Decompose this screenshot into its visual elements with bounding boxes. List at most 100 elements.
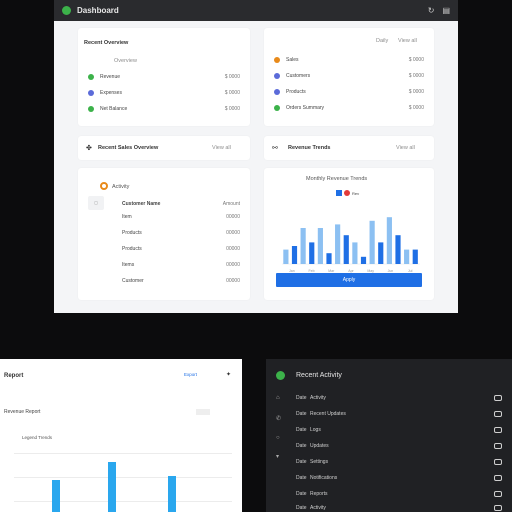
dashboard-icon[interactable]: ⌂ — [276, 395, 280, 401]
message-icon[interactable] — [494, 394, 502, 401]
view-all-link[interactable]: View all — [212, 145, 231, 151]
list-item[interactable]: Date Activity — [296, 503, 502, 512]
status-dot-icon — [88, 90, 94, 96]
table-row[interactable]: Item 00000 — [122, 213, 240, 221]
status-dot-icon — [274, 105, 280, 111]
chart-bar — [404, 249, 410, 264]
sales-header-title: Recent Sales Overview — [98, 145, 159, 151]
sales-header-card: ✤ Recent Sales Overview View all — [78, 136, 250, 160]
message-icon[interactable] — [494, 410, 502, 417]
chart-bar — [300, 228, 306, 264]
chart-bar — [412, 249, 418, 264]
list-item[interactable]: Date Settings — [296, 457, 502, 466]
app-logo-icon — [276, 371, 285, 380]
list-item[interactable]: Date Logs — [296, 425, 502, 434]
phone-icon[interactable]: ✆ — [276, 415, 281, 422]
status-dot-icon — [88, 106, 94, 112]
chart-bar — [343, 235, 349, 264]
menu-icon[interactable]: ▤ — [442, 6, 450, 15]
table-header: Customer Name Amount — [122, 201, 240, 207]
revenue-chart-card: Monthly Revenue Trends Rev Jan Feb Mar Apr M… — [264, 168, 434, 300]
view-all-link[interactable]: View all — [398, 38, 417, 44]
list-item[interactable]: Date Recent Updates — [296, 409, 502, 418]
handshake-icon: ✤ — [86, 145, 92, 152]
table-row[interactable]: Items 00000 — [122, 261, 240, 269]
chevron-down-icon[interactable]: ▾ — [276, 453, 279, 460]
status-dot-icon — [274, 89, 280, 95]
dashboard-window: Dashboard ↻ ▤ Recent Overview Overview R… — [54, 0, 458, 313]
chart-bar — [335, 224, 341, 264]
list-item[interactable]: Net Balance $ 0000 — [88, 105, 240, 113]
chart-bar — [283, 249, 289, 264]
apply-button[interactable]: Apply — [276, 273, 422, 287]
chart-bar — [378, 242, 384, 264]
report-sub-label: Revenue Report — [4, 409, 41, 415]
report-bar — [168, 476, 176, 512]
circle-icon[interactable]: ○ — [276, 435, 280, 441]
chart-bar — [291, 246, 298, 264]
list-item[interactable]: Orders Summary $ 0000 — [274, 104, 424, 112]
message-icon[interactable] — [494, 474, 502, 481]
list-item[interactable]: Customers $ 0000 — [274, 72, 424, 80]
list-item[interactable]: Date Activity — [296, 393, 502, 402]
report-title: Report — [4, 373, 24, 379]
chart-bar — [395, 235, 401, 264]
legend-swatch-icon — [336, 190, 342, 196]
list-item[interactable]: Revenue $ 0000 — [88, 73, 240, 81]
export-button[interactable]: Export — [184, 372, 197, 377]
table-row[interactable]: Products 00000 — [122, 245, 240, 253]
chart-bar — [309, 242, 315, 264]
revenue-header-card: ⚯ Revenue Trends View all — [264, 136, 434, 160]
activity-title: Activity — [112, 184, 130, 190]
title-bar: Dashboard ↻ ▤ — [54, 0, 458, 21]
activity-card: Activity ▢ Customer Name Amount Item 000… — [78, 168, 250, 300]
daily-card-label: Daily — [376, 38, 389, 44]
message-icon[interactable] — [494, 442, 502, 449]
status-dot-icon — [88, 74, 94, 80]
message-icon[interactable] — [494, 458, 502, 465]
chart-bar — [386, 217, 392, 264]
filter-button[interactable] — [196, 409, 210, 415]
message-icon[interactable] — [494, 504, 502, 511]
recent-activity-panel: Recent Activity ⌂ ✆ ○ ▾ Date Activity Da… — [266, 359, 512, 512]
table-row[interactable]: Customer 00000 — [122, 277, 240, 285]
pin-icon[interactable]: ✦ — [226, 371, 231, 378]
revenue-header-title: Revenue Trends — [288, 145, 331, 151]
chart-bar — [360, 256, 367, 264]
report-bar — [52, 480, 60, 512]
report-bar — [108, 462, 116, 512]
chart-legend: Rev — [336, 190, 359, 196]
overview-card-title: Recent Overview — [84, 40, 129, 46]
legend-trends-label: Legend Trends — [22, 435, 53, 440]
chart-bar — [369, 220, 375, 264]
table-row[interactable]: Products 00000 — [122, 229, 240, 237]
app-logo-icon — [62, 6, 71, 15]
view-all-link[interactable]: View all — [396, 145, 415, 151]
chart-title: Monthly Revenue Trends — [306, 176, 368, 182]
list-item[interactable]: Date Reports — [296, 489, 502, 498]
window-title: Dashboard — [77, 6, 119, 15]
bar-chart: Jan Feb Mar Apr May Jun Jul — [282, 217, 420, 273]
activity-icon — [100, 182, 108, 190]
panel-title: Recent Activity — [296, 372, 342, 379]
link-icon: ⚯ — [272, 145, 278, 152]
list-item[interactable]: Products $ 0000 — [274, 88, 424, 96]
overview-card-subtitle: Overview — [114, 58, 137, 64]
message-icon[interactable] — [494, 426, 502, 433]
avatar: ▢ — [88, 196, 104, 210]
status-dot-icon — [274, 57, 280, 63]
list-item[interactable]: Date Notifications — [296, 473, 502, 482]
chart-bar — [317, 228, 323, 264]
list-item[interactable]: Sales $ 0000 — [274, 56, 424, 64]
chart-bar — [352, 242, 358, 264]
refresh-icon[interactable]: ↻ — [428, 6, 435, 15]
report-panel: Report Export ✦ Revenue Report Legend Tr… — [0, 359, 242, 512]
legend-swatch-icon — [344, 190, 350, 196]
status-dot-icon — [274, 73, 280, 79]
chart-bar — [326, 253, 332, 264]
daily-card: Daily View all Sales $ 0000 Customers $ … — [264, 28, 434, 126]
message-icon[interactable] — [494, 490, 502, 497]
overview-card: Recent Overview Overview Revenue $ 0000 … — [78, 28, 250, 126]
list-item[interactable]: Date Updates — [296, 441, 502, 450]
list-item[interactable]: Expenses $ 0000 — [88, 89, 240, 97]
